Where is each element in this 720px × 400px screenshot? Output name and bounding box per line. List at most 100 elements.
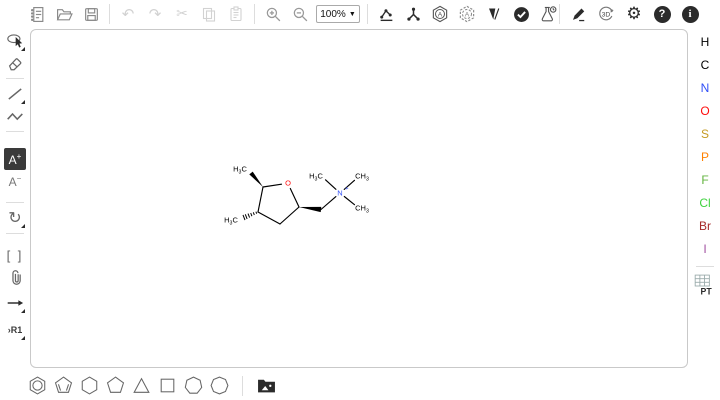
chain-button[interactable] <box>4 105 26 127</box>
periodic-table-icon: PT <box>694 274 716 298</box>
template-cyclooctane-button[interactable] <box>208 375 230 397</box>
copy-button[interactable] <box>198 3 220 25</box>
toolbar-divider <box>254 4 255 24</box>
template-cyclobutane-button[interactable] <box>156 375 178 397</box>
template-cyclopentane-button[interactable] <box>104 375 126 397</box>
element-button-n[interactable]: N <box>693 76 717 99</box>
recognize-button[interactable] <box>567 3 589 25</box>
clean-up-button[interactable] <box>402 3 424 25</box>
ring-bonds <box>258 184 299 224</box>
cip-wedge-icon <box>486 6 502 22</box>
paperclip-icon <box>6 268 24 286</box>
help-button[interactable]: ? <box>651 3 673 25</box>
molecule-structure[interactable]: H3C H3C O H3C CH3 CH3 N + <box>220 158 376 230</box>
element-button-s[interactable]: S <box>693 122 717 145</box>
layout-button[interactable] <box>375 3 397 25</box>
element-button-c[interactable]: C <box>693 53 717 76</box>
template-toolbar <box>26 372 277 399</box>
aromatize-button[interactable]: A <box>429 3 451 25</box>
calculated-values-button[interactable] <box>537 3 559 25</box>
check-structure-button[interactable] <box>510 3 532 25</box>
about-button[interactable]: i <box>679 3 701 25</box>
element-palette: H C N O S P F Cl Br I PT <box>693 30 717 299</box>
toolbar-divider <box>696 266 714 267</box>
new-document-icon <box>29 6 46 23</box>
help-icon: ? <box>654 6 671 23</box>
template-cyclopropane-button[interactable] <box>130 375 152 397</box>
zoom-out-icon <box>292 6 309 23</box>
atom-label-methyl-c4: H3C <box>224 216 238 227</box>
template-cyclopentadiene-button[interactable] <box>52 375 74 397</box>
sgroup-brackets-button[interactable]: [ ] <box>4 244 26 266</box>
paste-icon[interactable] <box>225 3 247 25</box>
charge-minus-label: A− <box>9 174 22 189</box>
lasso-selection-button[interactable] <box>4 30 26 52</box>
element-button-h[interactable]: H <box>693 30 717 53</box>
element-button-br[interactable]: Br <box>693 214 717 237</box>
layout-icon <box>378 6 395 23</box>
redo-button[interactable]: ↷ <box>144 3 166 25</box>
element-button-p[interactable]: P <box>693 145 717 168</box>
flask-icon <box>539 5 557 23</box>
clean-up-icon <box>405 6 422 23</box>
undo-icon: ↶ <box>122 7 135 22</box>
open-folder-icon <box>56 6 73 23</box>
template-cyclohexane-button[interactable] <box>78 375 100 397</box>
periodic-table-button[interactable]: PT <box>693 273 717 299</box>
zoom-in-button[interactable] <box>262 3 284 25</box>
atom-label-n-methyl-left: H3C <box>309 172 323 183</box>
attachment-point-button[interactable] <box>4 266 26 288</box>
info-icon: i <box>682 6 699 23</box>
zoom-level-value: 100% <box>320 9 346 20</box>
cyclobutane-icon <box>157 375 178 396</box>
element-button-cl[interactable]: Cl <box>693 191 717 214</box>
submenu-indicator <box>21 309 25 313</box>
brackets-label: [ ] <box>7 248 24 263</box>
rotate-icon: ↻ <box>8 210 21 226</box>
eraser-icon <box>6 54 24 72</box>
zoom-in-icon <box>265 6 282 23</box>
save-button[interactable] <box>80 3 102 25</box>
reaction-arrow-button[interactable] <box>4 292 26 314</box>
element-button-f[interactable]: F <box>693 168 717 191</box>
undo-button[interactable]: ↶ <box>117 3 139 25</box>
calculate-cip-button[interactable] <box>483 3 505 25</box>
paste-clipboard-icon <box>228 6 244 22</box>
element-button-o[interactable]: O <box>693 99 717 122</box>
submenu-indicator <box>21 100 25 104</box>
charge-minus-button[interactable]: A− <box>4 170 26 192</box>
atom-label-n-methyl-bottom: CH3 <box>355 204 369 215</box>
rotate-button[interactable]: ↻ <box>4 207 26 229</box>
template-cycloheptane-button[interactable] <box>182 375 204 397</box>
cyclopentane-icon <box>105 375 126 396</box>
settings-button[interactable]: ⚙ <box>623 3 645 25</box>
submenu-indicator <box>21 224 25 228</box>
rgroup-label: ›R1 <box>8 325 23 335</box>
dearomatize-icon: A <box>458 5 476 23</box>
rgroup-button[interactable]: ›R1 <box>4 319 26 341</box>
toolbar-divider <box>367 4 368 24</box>
atom-label-n-methyl-top: CH3 <box>355 172 369 183</box>
template-benzene-button[interactable] <box>26 375 48 397</box>
single-bond-button[interactable] <box>4 83 26 105</box>
clear-canvas-button[interactable] <box>26 3 48 25</box>
template-library-button[interactable] <box>255 375 277 397</box>
toolbar-divider <box>6 131 24 132</box>
nitrogen-charge: + <box>345 186 348 192</box>
submenu-indicator <box>21 336 25 340</box>
cut-button[interactable]: ✂ <box>171 3 193 25</box>
zoom-out-button[interactable] <box>289 3 311 25</box>
erase-button[interactable] <box>4 52 26 74</box>
zoom-level-select[interactable]: 100% ▼ <box>316 5 360 23</box>
redo-icon: ↷ <box>149 7 162 22</box>
copy-icon <box>201 6 217 22</box>
3d-viewer-button[interactable]: 3D <box>595 3 617 25</box>
charge-plus-button[interactable]: A+ <box>4 148 26 170</box>
toolbar-divider <box>242 376 243 396</box>
benzene-icon <box>27 375 48 396</box>
element-button-i[interactable]: I <box>693 237 717 260</box>
dearomatize-button[interactable]: A <box>456 3 478 25</box>
chain-icon <box>6 107 24 125</box>
template-library-icon <box>257 377 276 394</box>
open-button[interactable] <box>53 3 75 25</box>
